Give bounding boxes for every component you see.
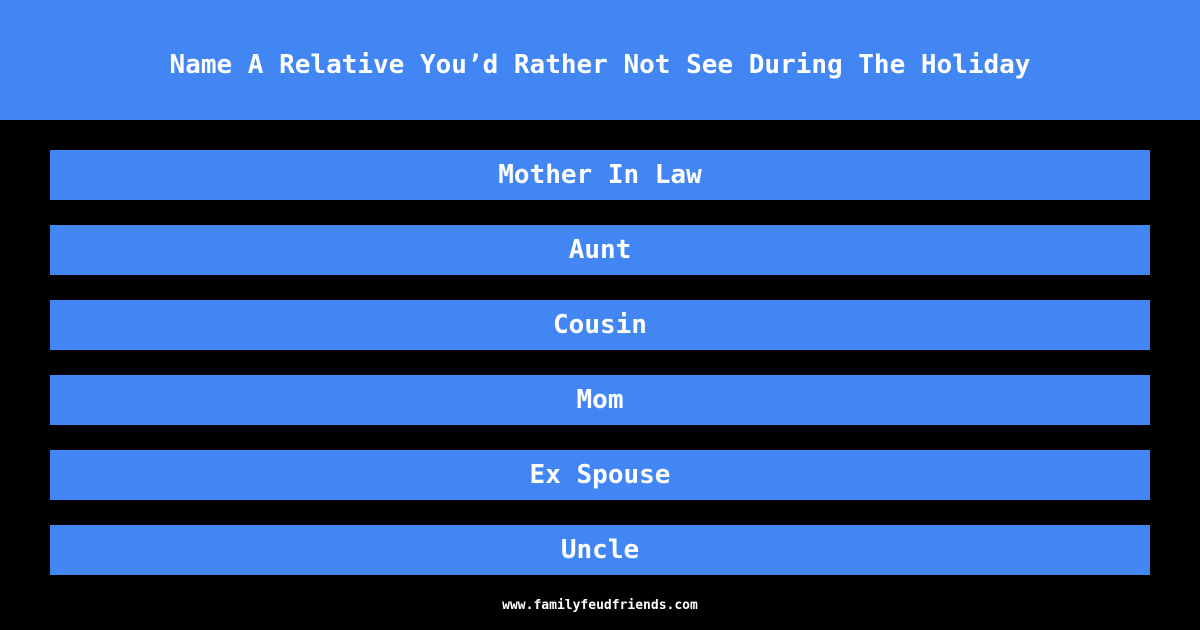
question-title: Name A Relative You’d Rather Not See Dur… bbox=[169, 50, 1031, 80]
question-header: Name A Relative You’d Rather Not See Dur… bbox=[0, 0, 1200, 120]
answer-bar: Ex Spouse bbox=[50, 450, 1150, 500]
site-url: www.familyfeudfriends.com bbox=[502, 598, 698, 613]
answer-bar: Mother In Law bbox=[50, 150, 1150, 200]
answer-bar: Cousin bbox=[50, 300, 1150, 350]
answer-bar: Uncle bbox=[50, 525, 1150, 575]
answer-bar: Aunt bbox=[50, 225, 1150, 275]
answer-bar: Mom bbox=[50, 375, 1150, 425]
